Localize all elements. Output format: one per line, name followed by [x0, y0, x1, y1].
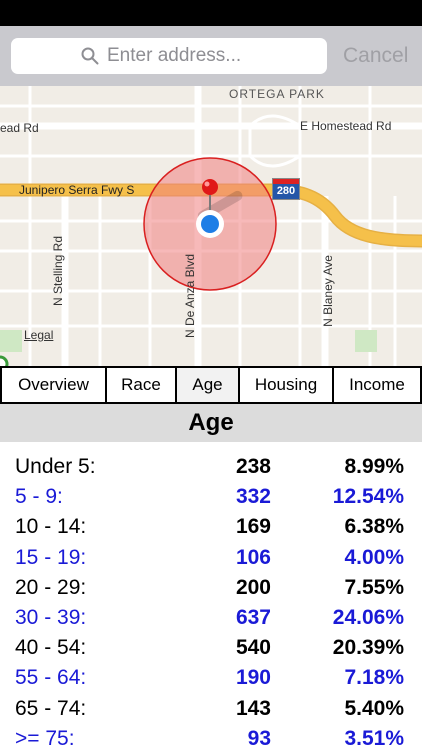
table-row: 65 - 74: 143 5.40%	[0, 694, 422, 724]
address-search-field[interactable]	[11, 38, 327, 74]
table-row: 30 - 39: 637 24.06%	[0, 603, 422, 633]
row-percent: 24.06%	[332, 605, 404, 629]
row-count: 143	[235, 696, 271, 720]
row-count: 238	[235, 455, 271, 478]
stelling-rd-label: N Stelling Rd	[51, 235, 65, 307]
row-percent: 3.51%	[344, 726, 404, 750]
homestead-rd-west-label: ead Rd	[0, 121, 39, 135]
row-label: 15 - 19:	[15, 545, 87, 569]
cancel-button[interactable]: Cancel	[343, 44, 408, 68]
row-label: >= 75:	[15, 726, 75, 750]
search-bar: Cancel	[0, 26, 422, 86]
row-count: 190	[235, 666, 271, 690]
row-label: 5 - 9:	[15, 485, 63, 509]
de-anza-blvd-label: N De Anza Blvd	[183, 253, 197, 339]
row-count: 540	[235, 636, 271, 660]
table-row: 20 - 29: 200 7.55%	[0, 573, 422, 603]
row-percent: 5.40%	[344, 696, 404, 720]
blaney-ave-label: N Blaney Ave	[321, 255, 335, 327]
row-count: 93	[247, 726, 271, 750]
status-bar	[0, 0, 422, 26]
row-percent: 6.38%	[344, 515, 404, 539]
table-row: 5 - 9: 332 12.54%	[0, 482, 422, 512]
row-count: 332	[235, 485, 271, 509]
row-percent: 12.54%	[332, 485, 404, 509]
table-row: Under 5: 238 8.99%	[0, 452, 422, 482]
interstate-shield: 280	[272, 178, 300, 200]
map-view[interactable]: ORTEGA PARK ead Rd E Homestead Rd Junipe…	[0, 86, 422, 366]
table-row: 55 - 64: 190 7.18%	[0, 663, 422, 693]
category-tabs: Overview Race Age Housing Income	[0, 366, 422, 404]
row-count: 637	[235, 605, 271, 629]
table-row: >= 75: 93 3.51%	[0, 724, 422, 754]
tab-age[interactable]: Age	[177, 368, 238, 402]
table-row: 15 - 19: 106 4.00%	[0, 543, 422, 573]
address-input[interactable]	[107, 45, 257, 67]
row-label: 65 - 74:	[15, 696, 87, 720]
search-icon	[81, 47, 99, 65]
homestead-rd-east-label: E Homestead Rd	[300, 119, 392, 133]
row-percent: 4.00%	[344, 545, 404, 569]
freeway-label: Junipero Serra Fwy S	[19, 183, 135, 197]
table-row: 10 - 14: 169 6.38%	[0, 512, 422, 542]
row-count: 200	[235, 575, 271, 599]
row-count: 106	[235, 545, 271, 569]
row-percent: 7.55%	[344, 575, 404, 599]
tab-income[interactable]: Income	[334, 368, 420, 402]
table-row: 40 - 54: 540 20.39%	[0, 633, 422, 663]
legal-link[interactable]: Legal	[24, 328, 53, 342]
tab-overview[interactable]: Overview	[2, 368, 105, 402]
tab-housing[interactable]: Housing	[240, 368, 332, 402]
row-label: 40 - 54:	[15, 636, 87, 660]
row-label: 55 - 64:	[15, 666, 87, 690]
row-count: 169	[235, 515, 271, 539]
row-label: 30 - 39:	[15, 605, 87, 629]
row-label: 20 - 29:	[15, 575, 87, 599]
row-label: 10 - 14:	[15, 515, 87, 539]
interstate-shield-number: 280	[273, 184, 299, 199]
tab-race[interactable]: Race	[107, 368, 175, 402]
park-label: ORTEGA PARK	[229, 87, 325, 101]
row-percent: 20.39%	[332, 636, 404, 660]
row-label: Under 5:	[15, 455, 96, 478]
row-percent: 8.99%	[344, 455, 404, 478]
age-table: Under 5: 238 8.99% 5 - 9: 332 12.54% 10 - 14…	[0, 452, 422, 754]
section-title: Age	[0, 404, 422, 442]
row-percent: 7.18%	[344, 666, 404, 690]
